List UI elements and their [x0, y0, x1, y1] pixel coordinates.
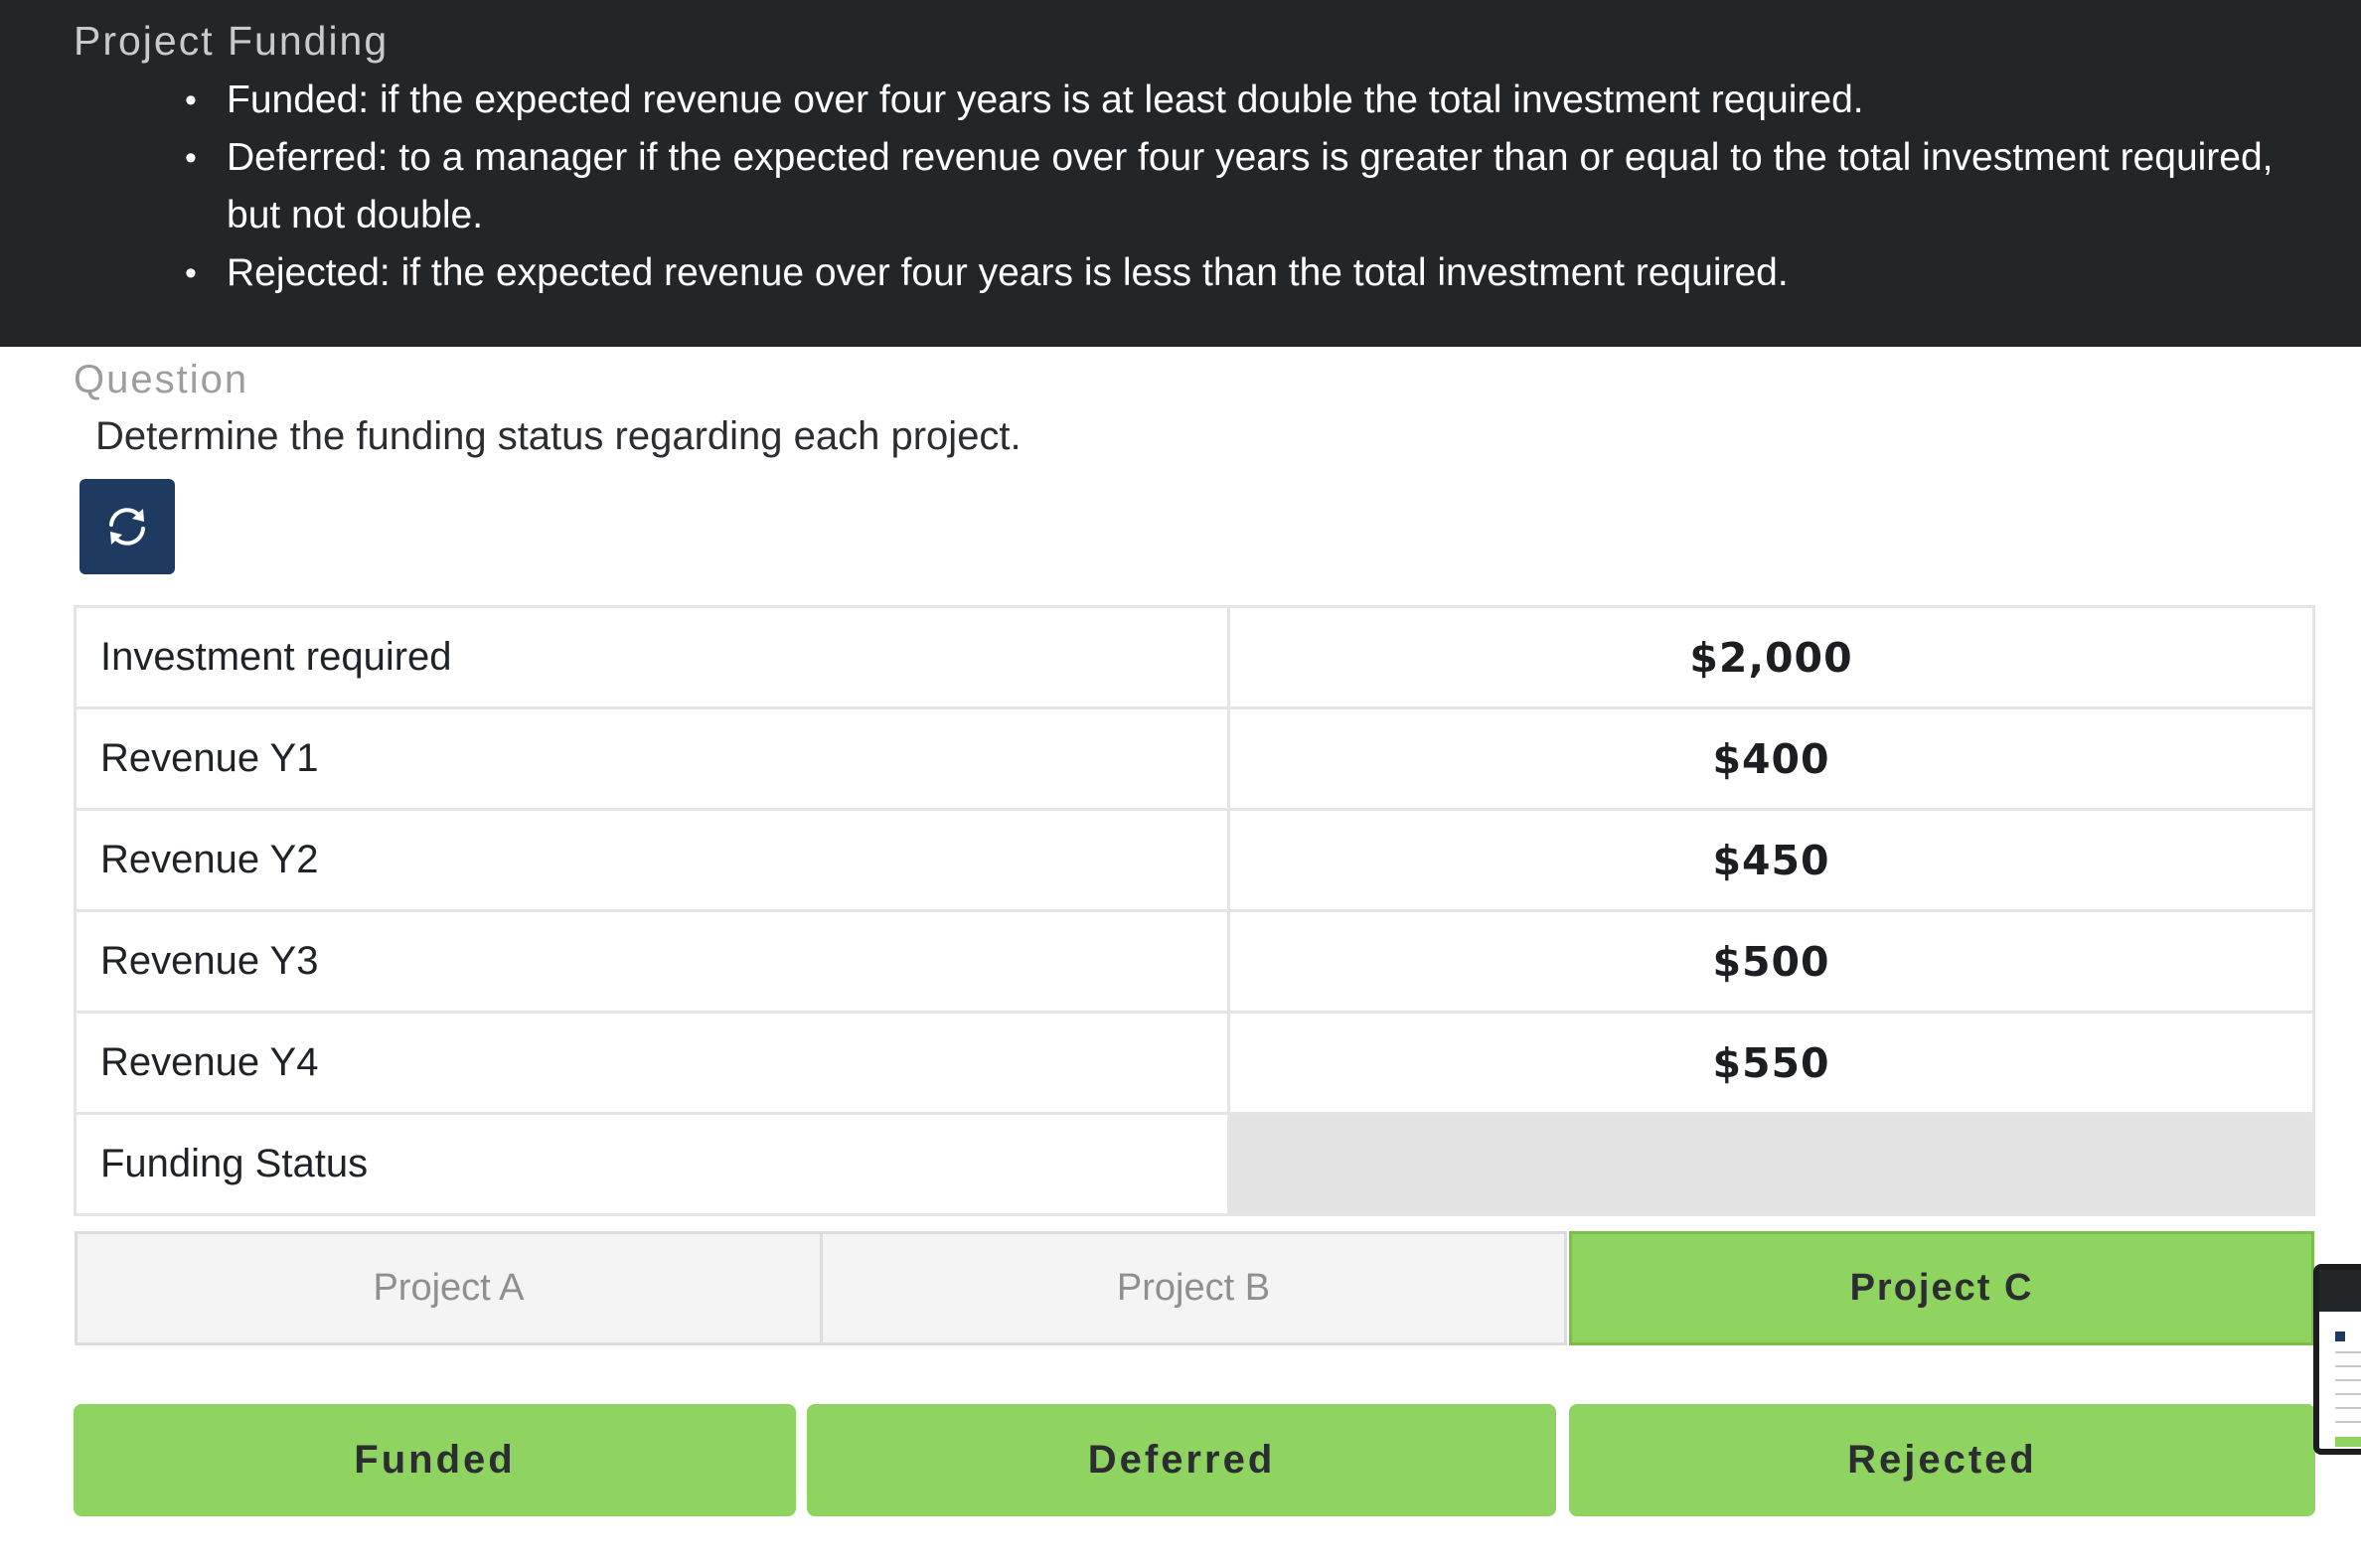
rule-text: Deferred: to a manager if the expected r… — [227, 136, 2274, 236]
row-value: $450 — [1227, 808, 2315, 912]
row-label: Revenue Y4 — [74, 1011, 1230, 1115]
thumbnail-green — [2335, 1437, 2361, 1447]
question-prompt: Determine the funding status regarding e… — [95, 414, 1022, 458]
row-label: Investment required — [74, 605, 1230, 709]
table-row: Revenue Y4 $550 — [74, 1011, 2315, 1115]
row-value: $400 — [1227, 706, 2315, 811]
row-value: $500 — [1227, 909, 2315, 1014]
thumbnail-line — [2335, 1379, 2361, 1381]
instructions-header: Project Funding • Funded: if the expecte… — [0, 0, 2361, 347]
thumbnail-line — [2335, 1393, 2361, 1395]
row-value: $550 — [1227, 1011, 2315, 1115]
tab-project-c[interactable]: Project C — [1569, 1231, 2314, 1345]
row-label: Revenue Y3 — [74, 909, 1230, 1014]
reset-button[interactable] — [79, 479, 175, 574]
table-row: Revenue Y3 $500 — [74, 909, 2315, 1014]
bullet-icon: • — [185, 139, 197, 177]
table-row: Funding Status — [74, 1112, 2315, 1216]
row-label: Funding Status — [74, 1112, 1230, 1216]
rule-text: Rejected: if the expected revenue over f… — [227, 251, 1789, 294]
screenshot-thumbnail[interactable] — [2313, 1264, 2361, 1455]
rejected-button[interactable]: Rejected — [1569, 1404, 2315, 1516]
rule-funded: • Funded: if the expected revenue over f… — [185, 72, 2313, 129]
table-row: Revenue Y2 $450 — [74, 808, 2315, 912]
thumbnail-line — [2335, 1365, 2361, 1367]
deferred-button[interactable]: Deferred — [807, 1404, 1556, 1516]
row-value: $2,000 — [1227, 605, 2315, 709]
thumbnail-button — [2335, 1332, 2345, 1341]
row-label: Revenue Y1 — [74, 706, 1230, 811]
header-title: Project Funding — [74, 18, 390, 64]
rule-text: Funded: if the expected revenue over fou… — [227, 78, 1864, 121]
row-label: Revenue Y2 — [74, 808, 1230, 912]
table-row: Revenue Y1 $400 — [74, 706, 2315, 811]
thumbnail-header — [2319, 1270, 2361, 1312]
rule-deferred: • Deferred: to a manager if the expected… — [185, 129, 2313, 244]
table-row: Investment required $2,000 — [74, 605, 2315, 709]
bullet-icon: • — [185, 254, 197, 292]
bullet-icon: • — [185, 81, 197, 119]
refresh-icon — [109, 508, 145, 546]
funded-button[interactable]: Funded — [74, 1404, 796, 1516]
rule-rejected: • Rejected: if the expected revenue over… — [185, 244, 2313, 302]
tab-project-b[interactable]: Project B — [820, 1231, 1567, 1345]
tab-project-a[interactable]: Project A — [75, 1231, 823, 1345]
question-label: Question — [74, 358, 249, 401]
funding-status-dropzone[interactable] — [1227, 1112, 2315, 1216]
thumbnail-line — [2335, 1407, 2361, 1409]
project-data-table: Investment required $2,000 Revenue Y1 $4… — [74, 605, 2315, 1216]
thumbnail-line — [2335, 1421, 2361, 1423]
project-tabs: Project A Project B Project C — [75, 1231, 2314, 1345]
thumbnail-line — [2335, 1351, 2361, 1353]
